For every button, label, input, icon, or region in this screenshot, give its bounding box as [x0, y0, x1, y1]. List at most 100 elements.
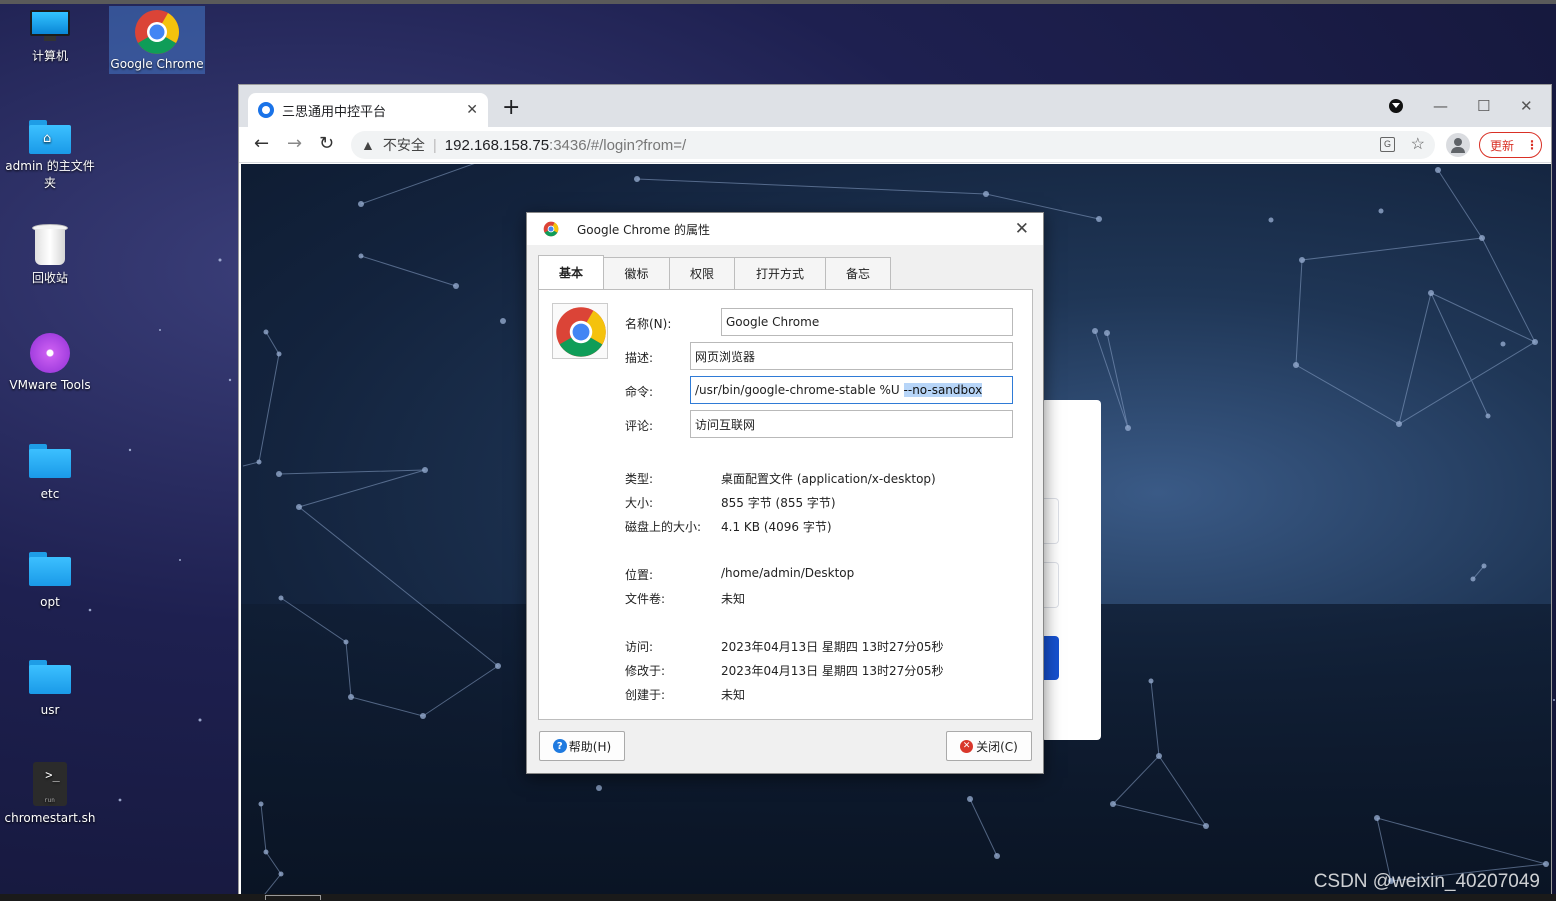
command-label: 命令:	[625, 385, 654, 399]
created-value: 未知	[721, 688, 746, 702]
chrome-icon	[556, 307, 606, 357]
warning-triangle-icon: ▲	[361, 137, 375, 153]
tab-basic[interactable]: 基本	[538, 255, 604, 289]
folder-icon	[29, 552, 71, 586]
desktop-icon-trash[interactable]: 回收站	[2, 222, 98, 287]
browser-toolbar: ← → ↻ ▲ 不安全 | 192.168.158.75 :3436/#/log…	[239, 127, 1551, 163]
desktop-icon-chromestart-sh[interactable]: >_ run chromestart.sh	[2, 762, 98, 827]
accessed-value: 2023年04月13日 星期四 13时27分05秒	[721, 640, 944, 654]
type-value: 桌面配置文件 (application/x-desktop)	[721, 472, 936, 486]
dialog-titlebar: Google Chrome 的属性 ✕	[527, 213, 1043, 245]
properties-dialog: Google Chrome 的属性 ✕ 基本 徽标 权限 打开方式 备忘 名称(…	[526, 212, 1044, 774]
tab-notes[interactable]: 备忘	[825, 257, 891, 289]
reload-icon[interactable]: ↻	[319, 133, 334, 154]
site-favicon-icon	[258, 102, 274, 118]
tab-emblem[interactable]: 徽标	[603, 257, 670, 289]
update-label: 更新	[1490, 138, 1515, 153]
close-button-label: 关闭(C)	[976, 739, 1018, 754]
watermark: CSDN @weixin_40207049	[1313, 871, 1540, 892]
window-close-icon[interactable]: ✕	[1520, 97, 1533, 115]
desktop-icon-etc[interactable]: etc	[2, 444, 98, 503]
home-folder-icon: ⌂	[29, 120, 71, 154]
desktop-icon-google-chrome[interactable]: Google Chrome	[109, 6, 205, 74]
forward-arrow-icon[interactable]: →	[287, 133, 302, 154]
desktop-icon-label: 回收站	[31, 271, 68, 285]
address-separator: |	[432, 136, 437, 154]
name-label: 名称(N):	[625, 317, 672, 331]
desktop-icon-computer[interactable]: 计算机	[2, 8, 98, 76]
address-bar[interactable]: ▲ 不安全 | 192.168.158.75 :3436/#/login?fro…	[351, 131, 1435, 159]
description-label: 描述:	[625, 351, 654, 365]
url-host: 192.168.158.75	[444, 136, 550, 154]
desktop-icon-label: etc	[40, 487, 60, 501]
folder-icon	[29, 444, 71, 478]
size-label: 大小:	[625, 496, 654, 510]
desktop-icon-home-folder[interactable]: ⌂ admin 的主文件夹	[2, 120, 98, 192]
desktop-icon-label: VMware Tools	[9, 378, 91, 392]
translate-icon[interactable]: G	[1380, 137, 1395, 152]
disk-size-value: 4.1 KB (4096 字节)	[721, 520, 832, 534]
update-button[interactable]: 更新 ⋮	[1479, 132, 1542, 158]
browser-tab[interactable]: 三思通用中控平台 ✕	[248, 93, 488, 127]
taskbar-item[interactable]	[265, 895, 321, 900]
location-value: /home/admin/Desktop	[721, 566, 855, 580]
chrome-icon	[543, 221, 559, 237]
disc-icon	[30, 333, 70, 373]
disk-size-label: 磁盘上的大小:	[625, 520, 702, 534]
help-button[interactable]: ? 帮助(H)	[539, 731, 625, 761]
tab-search-icon[interactable]	[1389, 99, 1403, 113]
basic-tab-panel: 名称(N): Google Chrome 描述: 网页浏览器 命令: /usr/…	[538, 289, 1033, 720]
modified-label: 修改于:	[625, 664, 666, 678]
back-arrow-icon[interactable]: ←	[254, 133, 269, 154]
volume-value: 未知	[721, 592, 746, 606]
size-value: 855 字节 (855 字节)	[721, 496, 836, 510]
help-button-label: 帮助(H)	[568, 739, 612, 754]
desktop-icon-label: admin 的主文件夹	[5, 159, 95, 190]
desktop-icon-vmware-tools[interactable]: VMware Tools	[2, 333, 98, 394]
modified-value: 2023年04月13日 星期四 13时27分05秒	[721, 664, 944, 678]
more-menu-icon: ⋮	[1526, 138, 1539, 152]
trash-icon	[32, 222, 68, 266]
taskbar	[0, 894, 1556, 901]
description-field[interactable]: 网页浏览器	[690, 342, 1013, 370]
created-label: 创建于:	[625, 688, 666, 702]
command-selected-text: --no-sandbox	[903, 383, 983, 397]
new-tab-button[interactable]: +	[502, 96, 520, 120]
close-button[interactable]: ✕ 关闭(C)	[946, 731, 1032, 761]
dialog-close-icon[interactable]: ✕	[1015, 219, 1029, 239]
close-circle-icon: ✕	[960, 739, 974, 753]
tab-permissions[interactable]: 权限	[669, 257, 735, 289]
accessed-label: 访问:	[625, 640, 654, 654]
desktop-icon-label: usr	[40, 703, 60, 717]
name-field[interactable]: Google Chrome	[721, 308, 1013, 336]
url-path: :3436/#/login?from=/	[549, 136, 687, 154]
desktop-icon-label: chromestart.sh	[4, 811, 96, 825]
command-field[interactable]: /usr/bin/google-chrome-stable %U --no-sa…	[690, 376, 1013, 404]
desktop-icon-label: Google Chrome	[110, 57, 204, 71]
tab-strip: 三思通用中控平台 ✕ + — ☐ ✕	[239, 85, 1551, 127]
app-icon-button[interactable]	[552, 303, 608, 359]
desktop-icon-opt[interactable]: opt	[2, 552, 98, 611]
bookmark-star-icon[interactable]: ☆	[1411, 134, 1425, 154]
tab-open-with[interactable]: 打开方式	[734, 257, 826, 289]
comment-label: 评论:	[625, 419, 654, 433]
profile-avatar-icon[interactable]	[1446, 133, 1470, 157]
minimize-icon[interactable]: —	[1433, 97, 1448, 115]
desktop-icon-usr[interactable]: usr	[2, 660, 98, 719]
terminal-script-icon: >_ run	[33, 762, 67, 806]
command-text: /usr/bin/google-chrome-stable %U	[695, 383, 904, 397]
comment-field[interactable]: 访问互联网	[690, 410, 1013, 438]
tab-title: 三思通用中控平台	[282, 104, 387, 120]
desktop-icon-label: 计算机	[31, 49, 68, 63]
location-label: 位置:	[625, 568, 654, 582]
monitor-icon	[29, 8, 71, 44]
type-label: 类型:	[625, 472, 654, 486]
tab-close-icon[interactable]: ✕	[466, 102, 478, 118]
not-secure-label: 不安全	[382, 137, 425, 153]
maximize-icon[interactable]: ☐	[1477, 97, 1490, 115]
top-panel-strip	[0, 0, 1556, 4]
folder-icon	[29, 660, 71, 694]
volume-label: 文件卷:	[625, 592, 666, 606]
dialog-title: Google Chrome 的属性	[577, 222, 711, 237]
chrome-icon	[135, 10, 179, 54]
